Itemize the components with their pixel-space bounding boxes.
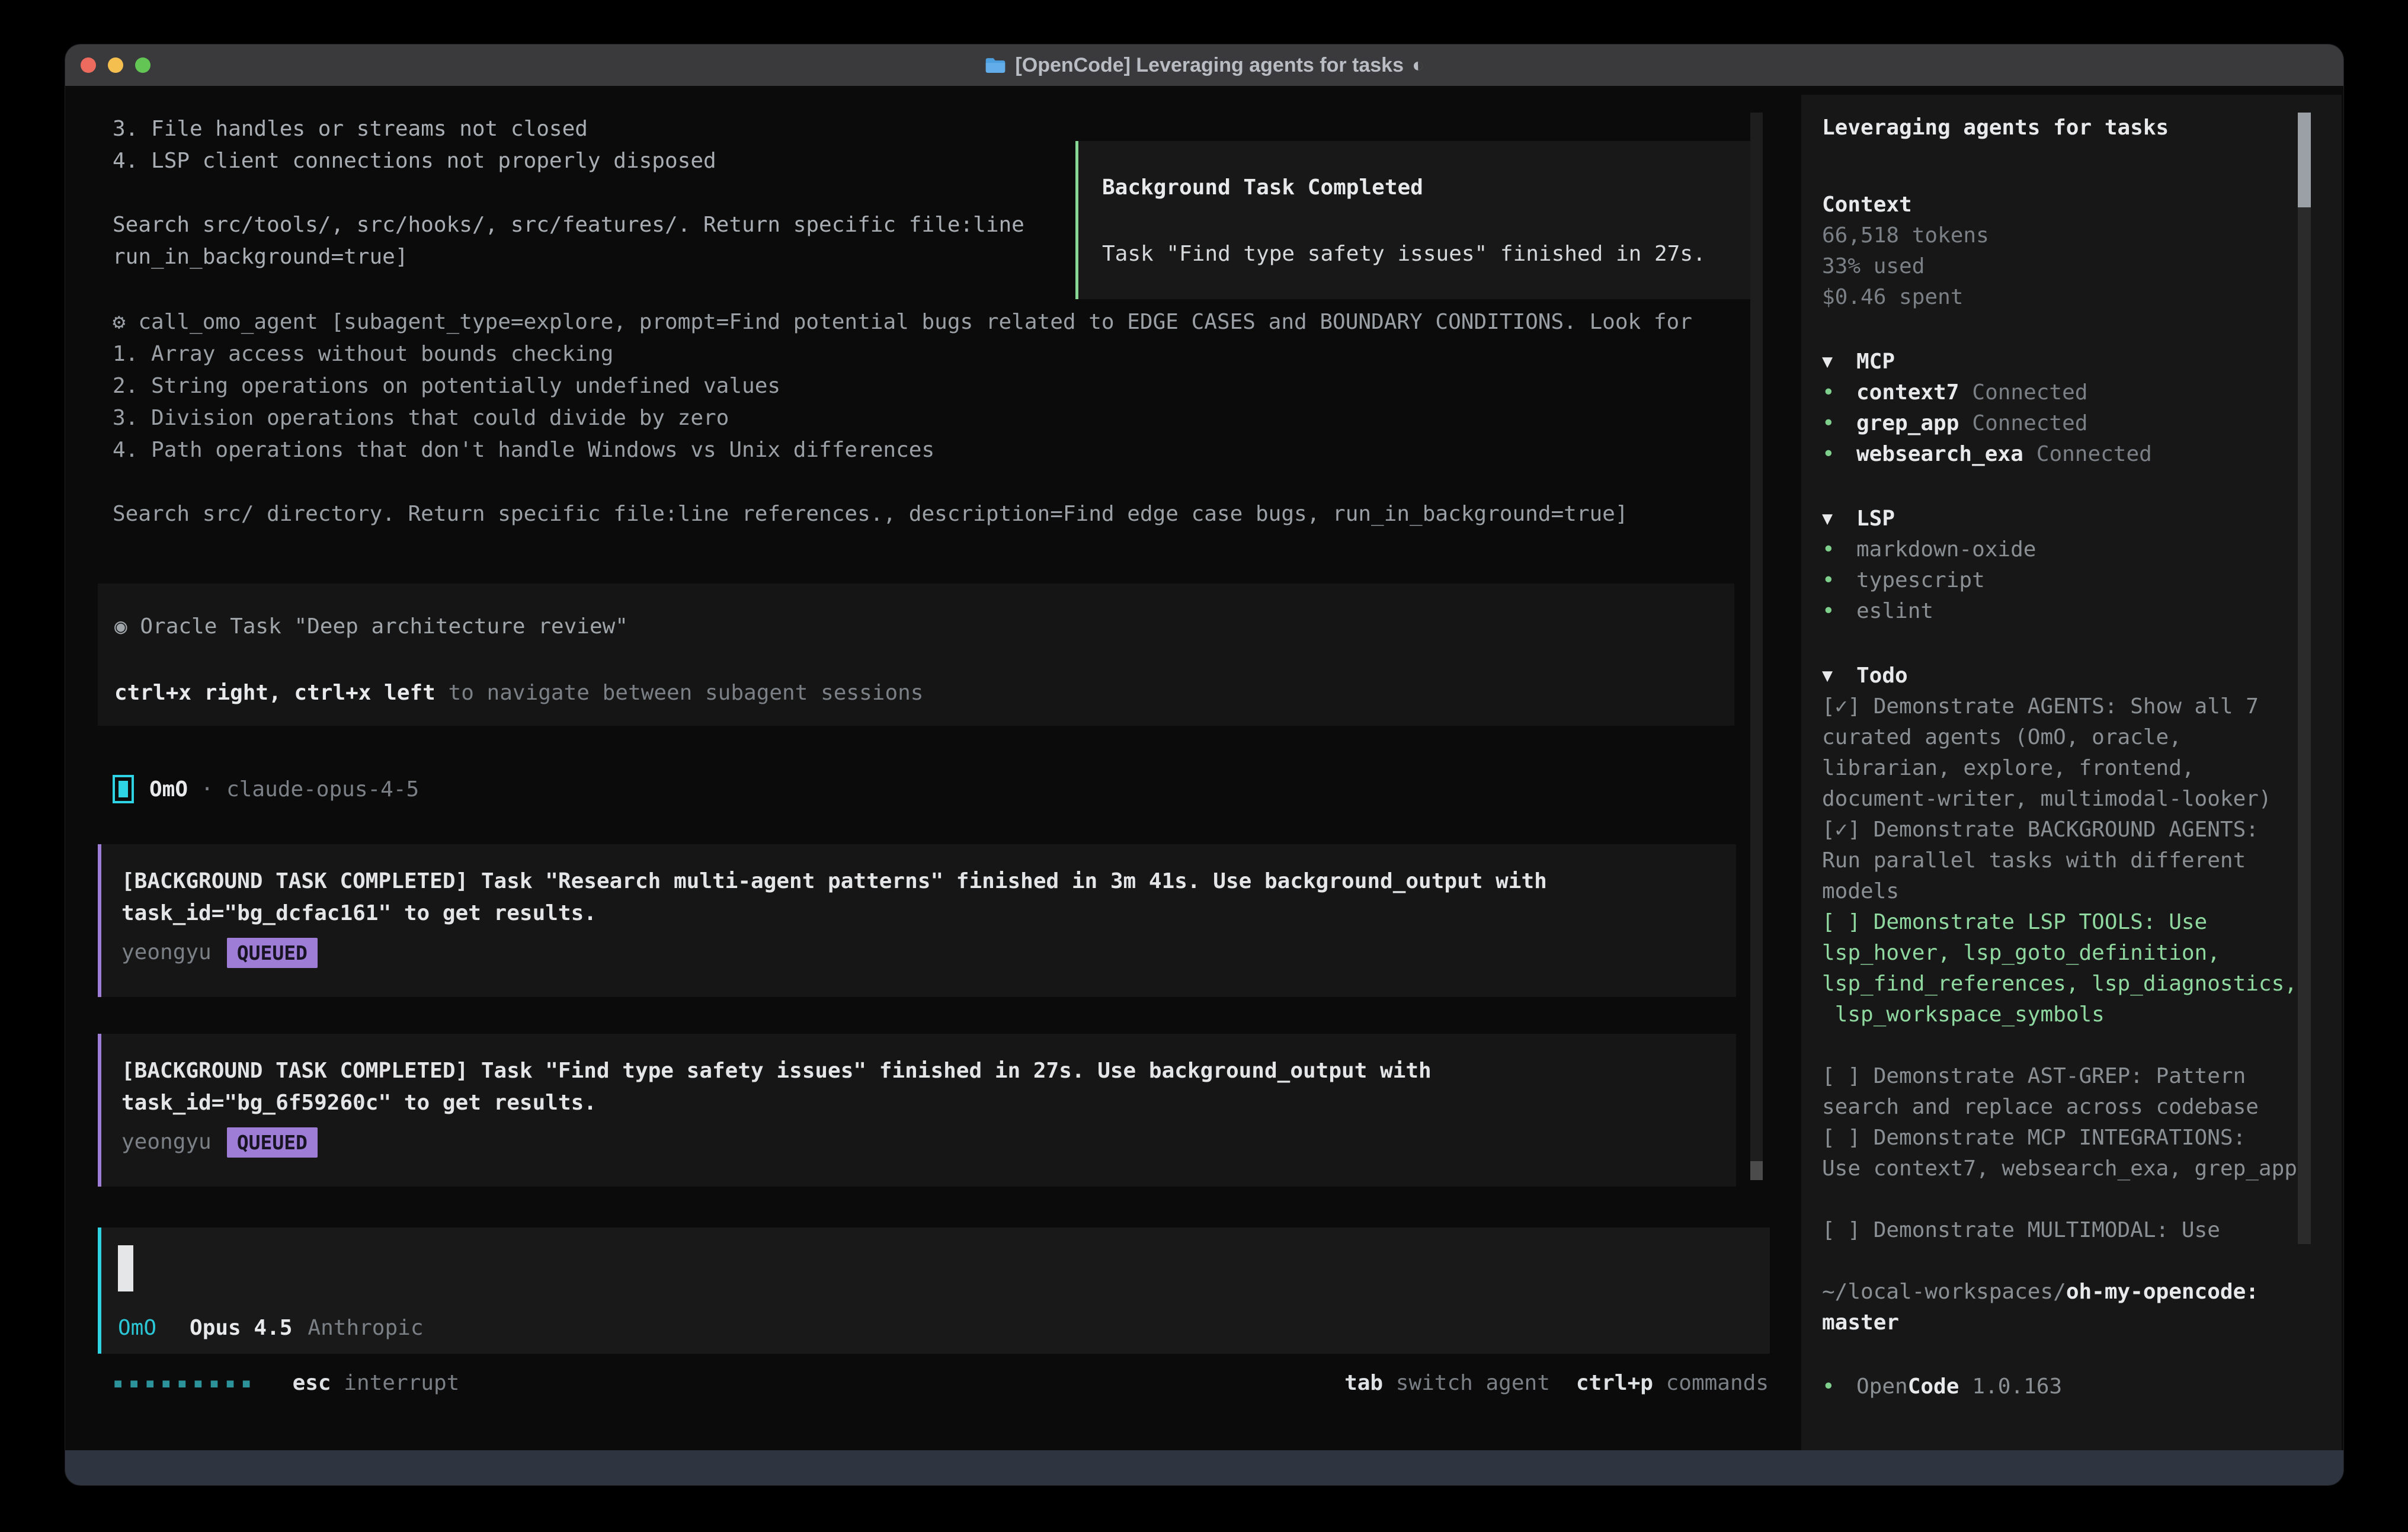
workspace-path: ~/local-workspaces/oh-my-opencode: maste… [1822,1277,2308,1338]
tab-hint: tab switch agent [1344,1371,1550,1395]
version-row: • OpenCode1.0.163 [1822,1371,2308,1402]
green-dot-icon: • [1822,565,1856,596]
tool-call-text: call_omo_agent [subagent_type=explore, p… [113,310,1692,526]
text-cursor [118,1245,133,1291]
tool-call-block: ⚙ call_omo_agent [subagent_type=explore,… [113,306,1760,530]
message-author: yeongyu [121,937,212,969]
titlebar[interactable]: [OpenCode] Leveraging agents for tasks ◐ [65,44,2343,86]
lsp-item: • eslint [1822,596,2308,627]
toast-title: Background Task Completed [1102,172,1731,204]
chat-scrollbar-thumb[interactable] [1750,1161,1763,1180]
input-agent-name: OmO [118,1316,156,1341]
lsp-heading-row[interactable]: ▼ LSP [1822,504,2308,534]
oracle-nav-hint: ctrl+x right, ctrl+x left to navigate be… [114,677,1734,709]
collapse-triangle-icon[interactable]: ▼ [1822,661,1856,691]
mcp-heading: MCP [1856,347,1895,377]
todo-item: [ ] Demonstrate MCP INTEGRATIONS: Use co… [1822,1123,2308,1184]
todo-item: [ ] Demonstrate LSP TOOLS: Use lsp_hover… [1822,907,2308,1030]
folder-icon [984,56,1007,75]
context-spent: $0.46 spent [1822,282,2308,313]
agent-name: OmO [149,777,188,802]
green-dot-icon: • [1822,596,1856,627]
context-used: 33% used [1822,251,2308,282]
oracle-hint-keys: ctrl+x right, ctrl+x left [114,681,436,705]
zoom-button[interactable] [135,57,150,73]
commands-hint: ctrl+p commands [1576,1371,1769,1395]
mcp-item: • context7 Connected [1822,377,2308,408]
todo-heading: Todo [1856,661,1908,691]
gear-icon: ⚙ [113,310,126,334]
green-dot-icon: • [1822,377,1856,408]
lsp-item: • markdown-oxide [1822,534,2308,565]
window-title: [OpenCode] Leveraging agents for tasks ◐ [984,54,1424,77]
esc-hint: esc interrupt [293,1371,460,1395]
green-dot-icon: • [1822,439,1856,470]
app-version: OpenCode1.0.163 [1856,1371,2062,1402]
minimize-button[interactable] [108,57,123,73]
chat-scrollbar[interactable] [1750,113,1763,1180]
input-provider-name: Anthropic [308,1316,423,1341]
todo-item: [✓] Demonstrate AGENTS: Show all 7 curat… [1822,691,2308,815]
session-title: Leveraging agents for tasks [1822,113,2308,143]
lsp-section: ▼ LSP • markdown-oxide • typescript • es… [1822,504,2308,627]
green-dot-icon: • [1822,534,1856,565]
close-button[interactable] [81,57,96,73]
todo-item: [✓] Demonstrate BACKGROUND AGENTS: Run p… [1822,815,2308,907]
session-busy-icon: ◐ [1412,54,1424,77]
context-section: Context 66,518 tokens 33% used $0.46 spe… [1822,190,2308,313]
collapse-triangle-icon[interactable]: ▼ [1822,347,1856,377]
lsp-item: • typescript [1822,565,2308,596]
todo-heading-row[interactable]: ▼ Todo [1822,661,2308,691]
context-tokens: 66,518 tokens [1822,220,2308,251]
todo-item: [ ] Demonstrate MULTIMODAL: Use [1822,1215,2308,1246]
oracle-hint-rest: to navigate between subagent sessions [436,681,924,705]
message-text: [BACKGROUND TASK COMPLETED] Task "Find t… [121,1055,1698,1119]
sidebar-scrollbar[interactable] [2298,113,2311,1244]
mcp-item: • grep_app Connected [1822,408,2308,439]
prompt-input[interactable]: OmO Opus 4.5 Anthropic [98,1227,1770,1354]
sidebar: Leveraging agents for tasks Context 66,5… [1801,95,2342,1450]
todo-item: [ ] Demonstrate AST-GREP: Pattern search… [1822,1061,2308,1123]
message-block: [BACKGROUND TASK COMPLETED] Task "Find t… [98,1034,1736,1187]
status-badge: QUEUED [227,938,318,968]
omo-agent-icon [113,775,134,803]
background-task-toast[interactable]: Background Task Completed Task "Find typ… [1075,141,1758,299]
todo-section: ▼ Todo [✓] Demonstrate AGENTS: Show all … [1822,661,2308,1246]
status-badge: QUEUED [227,1127,318,1158]
window-title-text: [OpenCode] Leveraging agents for tasks [1015,54,1404,77]
lsp-heading: LSP [1856,504,1895,534]
traffic-lights [81,44,150,86]
green-dot-icon: • [1822,1371,1856,1402]
mcp-item: • websearch_exa Connected [1822,439,2308,470]
agent-header: OmO · claude-opus-4-5 [113,772,419,806]
agent-separator: · [188,777,226,802]
collapse-triangle-icon[interactable]: ▼ [1822,504,1856,534]
status-bar: ▪▪▪▪▪▪▪▪▪ esc interrupt tab switch agent… [113,1367,1769,1399]
message-block: [BACKGROUND TASK COMPLETED] Task "Resear… [98,844,1736,997]
model-row: OmO Opus 4.5 Anthropic [118,1316,424,1341]
terminal-window: [OpenCode] Leveraging agents for tasks ◐… [65,44,2343,1485]
window-footer-bar [65,1450,2343,1485]
mcp-section: ▼ MCP • context7 Connected • grep_app Co… [1822,347,2308,470]
message-text: [BACKGROUND TASK COMPLETED] Task "Resear… [121,866,1698,930]
context-heading: Context [1822,190,2308,220]
agent-model: claude-opus-4-5 [226,777,419,802]
sidebar-scrollbar-thumb[interactable] [2298,113,2311,207]
oracle-task-title: ◉ Oracle Task "Deep architecture review" [114,611,1734,643]
oracle-task-panel: ◉ Oracle Task "Deep architecture review"… [98,584,1734,726]
message-author: yeongyu [121,1126,212,1158]
toast-body: Task "Find type safety issues" finished … [1102,238,1731,270]
spinner-icon: ▪▪▪▪▪▪▪▪▪ [113,1373,257,1393]
input-model-name: Opus 4.5 [190,1316,292,1341]
mcp-heading-row[interactable]: ▼ MCP [1822,347,2308,377]
fisheye-icon: ◉ [114,614,127,639]
green-dot-icon: • [1822,408,1856,439]
terminal-content: 3. File handles or streams not closed 4.… [65,86,2343,1450]
